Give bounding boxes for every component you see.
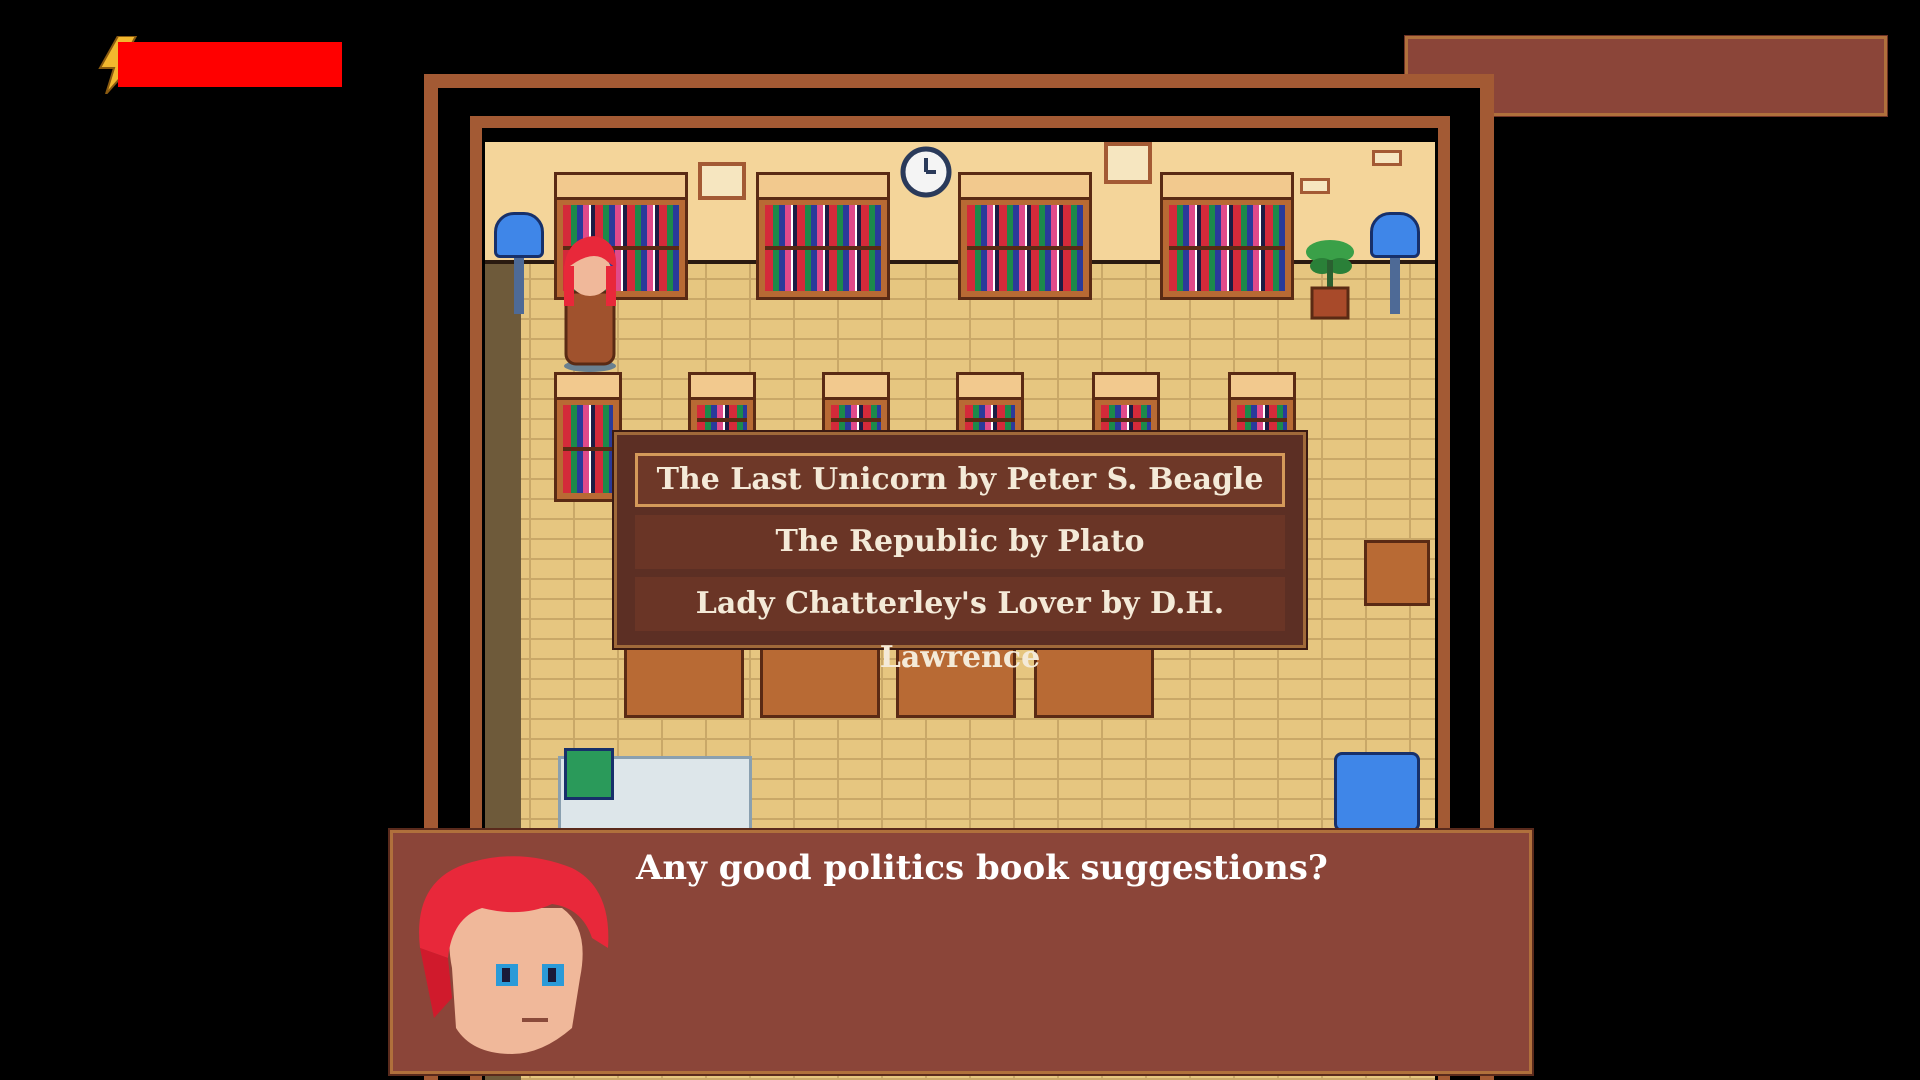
wall-cabinet [1364,540,1430,606]
floor-lamp [494,212,544,314]
floor-lamp [1370,212,1420,314]
player-character [564,236,617,372]
energy-bar [118,42,342,87]
potted-plant [1306,240,1354,320]
menu-option-2[interactable]: The Republic by Plato [635,515,1285,569]
bookshelf[interactable] [958,172,1092,300]
book-display-table[interactable] [1034,646,1154,718]
character-portrait [419,856,609,1054]
clock-icon [900,146,952,198]
dialogue-text: Any good politics book suggestions? [636,848,1328,888]
book-choice-menu: The Last Unicorn by Peter S. Beagle The … [612,430,1308,675]
book-display-table[interactable] [760,646,880,718]
wall-plaque [1372,150,1402,166]
notice-frame [1104,142,1152,184]
bookshelf[interactable] [756,172,890,300]
armchair [1334,752,1420,832]
book-display-table[interactable] [624,646,744,718]
book-stack [564,748,614,800]
wall-plaque [1300,178,1330,194]
menu-option-1[interactable]: The Last Unicorn by Peter S. Beagle [635,453,1285,507]
menu-option-3[interactable]: Lady Chatterley's Lover by D.H. Lawrence [635,577,1285,675]
short-bookshelf[interactable] [554,372,622,502]
bookshelf[interactable] [1160,172,1294,300]
picture-frame [698,162,746,200]
